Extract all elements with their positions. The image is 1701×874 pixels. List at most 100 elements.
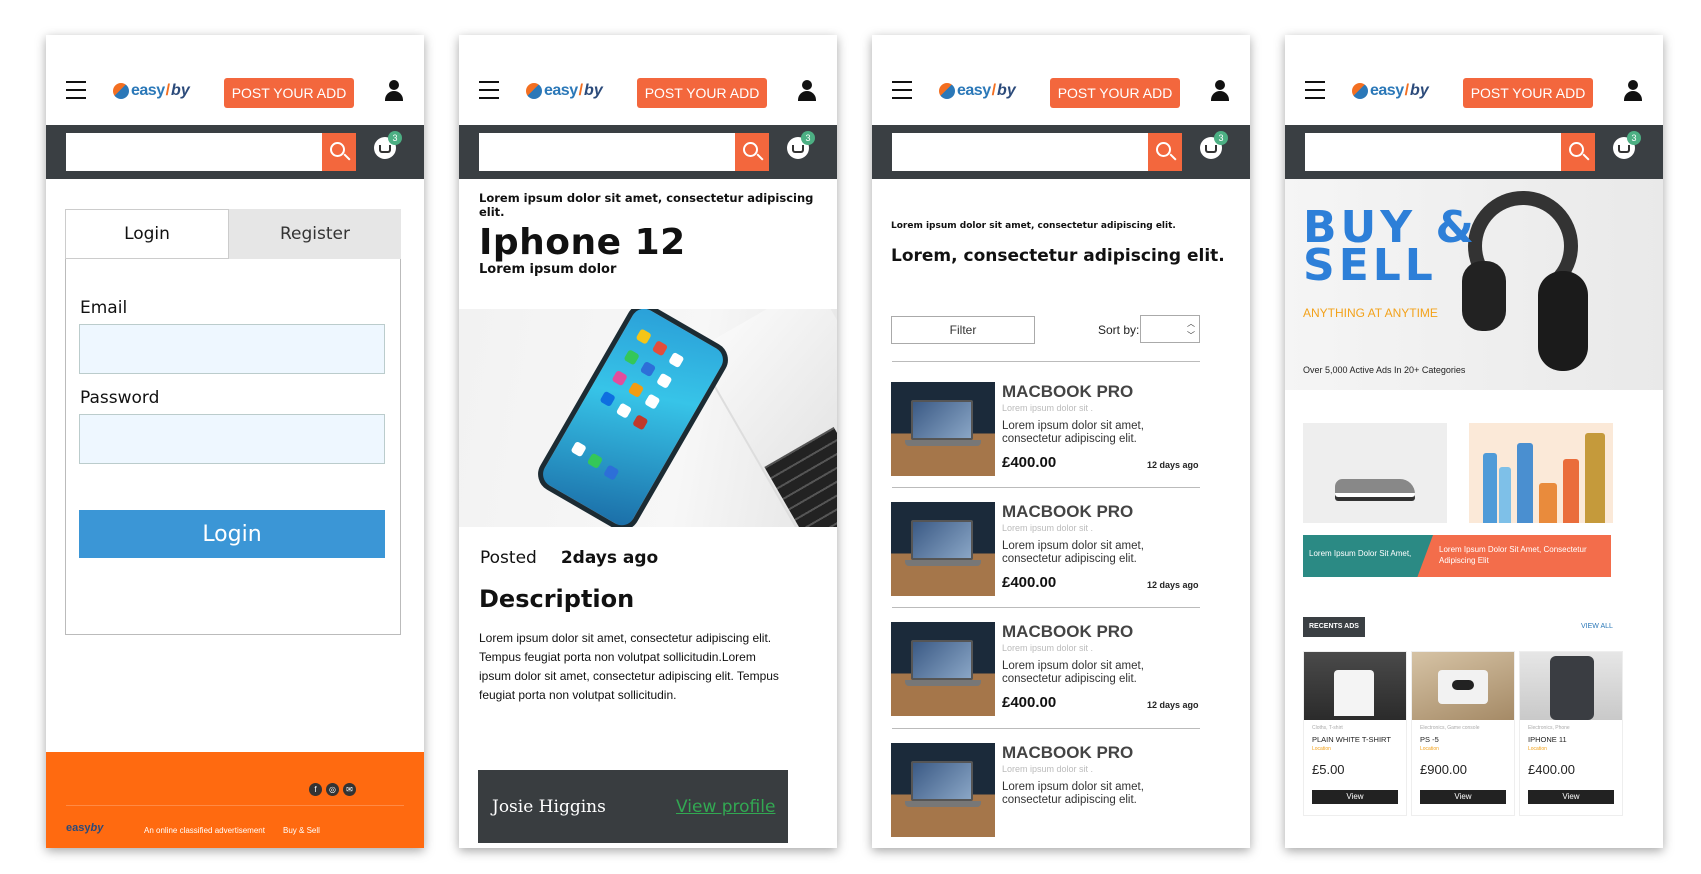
- view-profile-link[interactable]: View profile: [676, 797, 775, 817]
- view-button[interactable]: View: [1528, 790, 1614, 804]
- macbook-image: [891, 743, 995, 837]
- user-icon[interactable]: [385, 80, 403, 102]
- hamburger-icon[interactable]: [479, 81, 499, 99]
- logo-text-by: by: [171, 82, 190, 99]
- hamburger-icon[interactable]: [66, 81, 86, 99]
- list-item[interactable]: MACBOOK PRO Lorem ipsum dolor sit . Lore…: [891, 743, 1201, 839]
- login-submit-button[interactable]: Login: [79, 510, 385, 558]
- search-button[interactable]: [1148, 133, 1182, 171]
- ad-price: £400.00: [1528, 762, 1575, 777]
- basket-icon[interactable]: 3: [787, 131, 815, 159]
- promo-banner[interactable]: Lorem Ipsum Dolor Sit Amet, Lorem Ipsum …: [1303, 535, 1611, 577]
- product-image: [459, 309, 837, 527]
- search-button[interactable]: [322, 133, 356, 171]
- ad-category: Electronics, Phone: [1528, 725, 1570, 731]
- sneaker-tile[interactable]: [1303, 423, 1447, 523]
- item-date: 12 days ago: [1147, 460, 1199, 470]
- phone-login-screen: easy / by POST YOUR ADD 3 Login Register E…: [46, 35, 424, 848]
- iphone11-image: [1520, 652, 1622, 720]
- divider: [892, 607, 1200, 608]
- logo[interactable]: easy / by: [113, 80, 190, 102]
- email-field[interactable]: [79, 324, 385, 374]
- ad-price: £900.00: [1420, 762, 1467, 777]
- tab-register[interactable]: Register: [229, 209, 401, 259]
- list-item[interactable]: MACBOOK PRO Lorem ipsum dolor sit . Lore…: [891, 502, 1201, 598]
- ad-name: PS -5: [1420, 735, 1439, 744]
- hamburger-icon[interactable]: [1305, 81, 1325, 99]
- item-name: MACBOOK PRO: [1002, 382, 1134, 401]
- footer: f ◎ ✉ easyby An online classified advert…: [46, 752, 424, 848]
- seller-name: Josie Higgins: [492, 797, 606, 817]
- chevron-down-icon: ﹀: [1187, 331, 1195, 340]
- post-ad-button[interactable]: POST YOUR ADD: [224, 78, 354, 108]
- logo-text-easy: easy: [1370, 82, 1404, 99]
- hero-title: BUY & SELL: [1303, 206, 1478, 288]
- footer-logo[interactable]: easyby: [66, 822, 103, 834]
- password-field[interactable]: [79, 414, 385, 464]
- logo[interactable]: easy / by: [939, 80, 1016, 102]
- basket-icon[interactable]: 3: [374, 131, 402, 159]
- detail-kicker: Lorem ipsum dolor sit amet, consectetur …: [479, 191, 814, 219]
- post-ad-button[interactable]: POST YOUR ADD: [1050, 78, 1180, 108]
- search-input[interactable]: [479, 133, 735, 171]
- ad-card[interactable]: Electronics, Phone IPHONE 11 Location £4…: [1519, 651, 1623, 816]
- item-name: MACBOOK PRO: [1002, 502, 1134, 521]
- search-input[interactable]: [1305, 133, 1561, 171]
- search-input[interactable]: [892, 133, 1148, 171]
- mail-icon[interactable]: ✉: [343, 783, 356, 796]
- list-item[interactable]: MACBOOK PRO Lorem ipsum dolor sit . Lore…: [891, 622, 1201, 718]
- post-ad-button[interactable]: POST YOUR ADD: [1463, 78, 1593, 108]
- user-icon[interactable]: [798, 80, 816, 102]
- logo[interactable]: easy / by: [526, 80, 603, 102]
- facebook-icon[interactable]: f: [309, 783, 322, 796]
- item-description: Lorem ipsum dolor sit amet, consectetur …: [1002, 781, 1144, 806]
- search-button[interactable]: [1561, 133, 1595, 171]
- basket-icon[interactable]: 3: [1200, 131, 1228, 159]
- user-icon[interactable]: [1624, 80, 1642, 102]
- item-price: £400.00: [1002, 574, 1057, 591]
- hamburger-icon[interactable]: [892, 81, 912, 99]
- basket-icon[interactable]: 3: [1613, 131, 1641, 159]
- ad-price: £5.00: [1312, 762, 1345, 777]
- phone-listing-screen: easy / by POST YOUR ADD 3 Lorem ipsum dolo…: [872, 35, 1250, 848]
- view-button[interactable]: View: [1312, 790, 1398, 804]
- filter-button[interactable]: Filter: [891, 316, 1035, 344]
- tab-login[interactable]: Login: [65, 209, 229, 259]
- search-input[interactable]: [66, 133, 322, 171]
- cart-count-badge: 3: [1214, 131, 1228, 145]
- ad-name: IPHONE 11: [1528, 735, 1567, 744]
- hero-stats: Over 5,000 Active Ads In 20+ Categories: [1303, 365, 1466, 375]
- logo-text-by: by: [584, 82, 603, 99]
- footer-link-buy-sell[interactable]: Buy & Sell: [283, 826, 320, 835]
- instagram-icon[interactable]: ◎: [326, 783, 339, 796]
- logo-mark-icon: [939, 83, 955, 99]
- ad-card[interactable]: Electronics, Game console PS -5 Location…: [1411, 651, 1515, 816]
- recent-ads-label: RECENTS ADS: [1303, 617, 1365, 637]
- sort-select[interactable]: ︿ ﹀: [1140, 315, 1200, 343]
- view-all-link[interactable]: VIEW ALL: [1581, 623, 1613, 630]
- view-button[interactable]: View: [1420, 790, 1506, 804]
- product-title: Iphone 12: [479, 222, 686, 263]
- logo-text-slash: /: [578, 82, 584, 99]
- logo-mark-icon: [113, 83, 129, 99]
- item-date: 12 days ago: [1147, 580, 1199, 590]
- list-item[interactable]: MACBOOK PRO Lorem ipsum dolor sit . Lore…: [891, 382, 1201, 478]
- logo-text-easy: easy: [131, 82, 165, 99]
- phone-home-screen: easy / by POST YOUR ADD 3 BUY & SELL ANYTHI…: [1285, 35, 1663, 848]
- post-ad-button[interactable]: POST YOUR ADD: [637, 78, 767, 108]
- cosmetics-tile[interactable]: [1469, 423, 1613, 523]
- ad-name: PLAIN WHITE T-SHIRT: [1312, 735, 1391, 744]
- hero-tagline: ANYTHING AT ANYTIME: [1303, 306, 1438, 320]
- ad-category: Electronics, Game console: [1420, 725, 1480, 731]
- search-button[interactable]: [735, 133, 769, 171]
- search-bar: 3: [459, 125, 837, 179]
- posted-value: 2days ago: [560, 548, 659, 568]
- cart-count-badge: 3: [801, 131, 815, 145]
- logo[interactable]: easy / by: [1352, 80, 1429, 102]
- logo-text-slash: /: [1404, 82, 1410, 99]
- user-icon[interactable]: [1211, 80, 1229, 102]
- cart-count-badge: 3: [1627, 131, 1641, 145]
- footer-logo-easy: easy: [66, 822, 91, 834]
- listing-kicker: Lorem ipsum dolor sit amet, consectetur …: [891, 221, 1176, 231]
- ad-card[interactable]: Cloths, T-shirt PLAIN WHITE T-SHIRT Loca…: [1303, 651, 1407, 816]
